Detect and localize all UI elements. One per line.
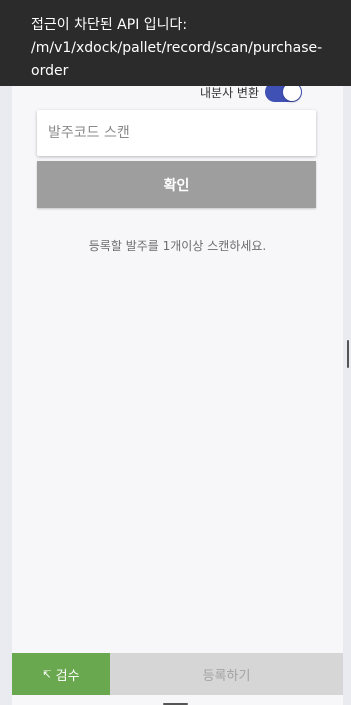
inspect-button[interactable]: ↸ 검수 bbox=[12, 653, 110, 695]
toast-line-2: /m/v1/xdock/pallet/record/scan/purchase- bbox=[31, 40, 323, 56]
register-button[interactable]: 등록하기 bbox=[110, 653, 343, 695]
confirm-button[interactable]: 확인 bbox=[37, 161, 316, 208]
toast-line-3: order bbox=[31, 63, 69, 79]
arrow-top-left-icon: ↸ bbox=[42, 667, 52, 681]
toast-line-1: 접근이 차단된 API 입니다: bbox=[31, 17, 188, 33]
bottom-action-bar: ↸ 검수 등록하기 bbox=[12, 653, 343, 695]
error-toast: 접근이 차단된 API 입니다: /m/v1/xdock/pallet/reco… bbox=[0, 0, 351, 86]
order-code-scan-input[interactable] bbox=[37, 110, 316, 156]
app-frame bbox=[12, 0, 343, 705]
scan-hint-text: 등록할 발주를 1개이상 스캔하세요. bbox=[88, 239, 267, 253]
inspect-label: 검수 bbox=[55, 668, 80, 684]
scroll-indicator bbox=[347, 340, 349, 368]
toggle-label: 내분사 변환 bbox=[200, 85, 260, 100]
